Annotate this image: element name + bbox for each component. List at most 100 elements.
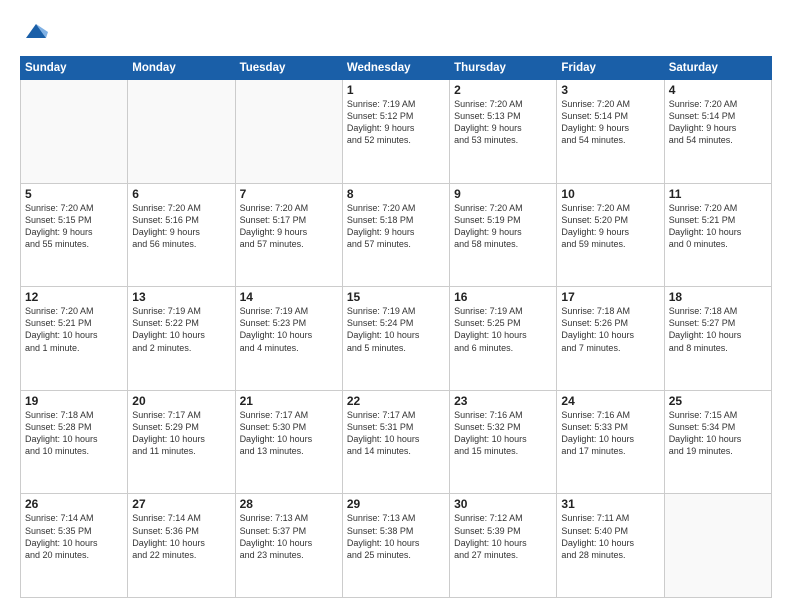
day-number: 10 — [561, 187, 659, 201]
cell-content: Sunrise: 7:14 AMSunset: 5:35 PMDaylight:… — [25, 512, 123, 561]
cell-content: Sunrise: 7:20 AMSunset: 5:19 PMDaylight:… — [454, 202, 552, 251]
cell-content: Sunrise: 7:20 AMSunset: 5:14 PMDaylight:… — [561, 98, 659, 147]
calendar-cell: 31Sunrise: 7:11 AMSunset: 5:40 PMDayligh… — [557, 494, 664, 598]
calendar-day-header: Monday — [128, 57, 235, 80]
day-number: 7 — [240, 187, 338, 201]
day-number: 11 — [669, 187, 767, 201]
cell-content: Sunrise: 7:16 AMSunset: 5:33 PMDaylight:… — [561, 409, 659, 458]
cell-content: Sunrise: 7:20 AMSunset: 5:14 PMDaylight:… — [669, 98, 767, 147]
calendar-cell: 22Sunrise: 7:17 AMSunset: 5:31 PMDayligh… — [342, 390, 449, 494]
calendar-cell — [128, 80, 235, 184]
calendar-cell: 27Sunrise: 7:14 AMSunset: 5:36 PMDayligh… — [128, 494, 235, 598]
day-number: 9 — [454, 187, 552, 201]
calendar-cell: 25Sunrise: 7:15 AMSunset: 5:34 PMDayligh… — [664, 390, 771, 494]
cell-content: Sunrise: 7:13 AMSunset: 5:37 PMDaylight:… — [240, 512, 338, 561]
calendar-cell: 4Sunrise: 7:20 AMSunset: 5:14 PMDaylight… — [664, 80, 771, 184]
cell-content: Sunrise: 7:18 AMSunset: 5:27 PMDaylight:… — [669, 305, 767, 354]
cell-content: Sunrise: 7:17 AMSunset: 5:31 PMDaylight:… — [347, 409, 445, 458]
calendar-cell: 13Sunrise: 7:19 AMSunset: 5:22 PMDayligh… — [128, 287, 235, 391]
calendar-week-row: 1Sunrise: 7:19 AMSunset: 5:12 PMDaylight… — [21, 80, 772, 184]
cell-content: Sunrise: 7:20 AMSunset: 5:18 PMDaylight:… — [347, 202, 445, 251]
cell-content: Sunrise: 7:15 AMSunset: 5:34 PMDaylight:… — [669, 409, 767, 458]
calendar-day-header: Wednesday — [342, 57, 449, 80]
day-number: 20 — [132, 394, 230, 408]
cell-content: Sunrise: 7:19 AMSunset: 5:22 PMDaylight:… — [132, 305, 230, 354]
page: SundayMondayTuesdayWednesdayThursdayFrid… — [0, 0, 792, 612]
day-number: 6 — [132, 187, 230, 201]
day-number: 26 — [25, 497, 123, 511]
calendar-cell: 11Sunrise: 7:20 AMSunset: 5:21 PMDayligh… — [664, 183, 771, 287]
calendar-cell: 18Sunrise: 7:18 AMSunset: 5:27 PMDayligh… — [664, 287, 771, 391]
cell-content: Sunrise: 7:11 AMSunset: 5:40 PMDaylight:… — [561, 512, 659, 561]
calendar-cell: 28Sunrise: 7:13 AMSunset: 5:37 PMDayligh… — [235, 494, 342, 598]
calendar-cell: 10Sunrise: 7:20 AMSunset: 5:20 PMDayligh… — [557, 183, 664, 287]
day-number: 2 — [454, 83, 552, 97]
day-number: 19 — [25, 394, 123, 408]
calendar-day-header: Sunday — [21, 57, 128, 80]
calendar-table: SundayMondayTuesdayWednesdayThursdayFrid… — [20, 56, 772, 598]
day-number: 17 — [561, 290, 659, 304]
day-number: 28 — [240, 497, 338, 511]
day-number: 16 — [454, 290, 552, 304]
cell-content: Sunrise: 7:20 AMSunset: 5:13 PMDaylight:… — [454, 98, 552, 147]
calendar-cell: 2Sunrise: 7:20 AMSunset: 5:13 PMDaylight… — [450, 80, 557, 184]
cell-content: Sunrise: 7:20 AMSunset: 5:17 PMDaylight:… — [240, 202, 338, 251]
header — [20, 18, 772, 46]
cell-content: Sunrise: 7:17 AMSunset: 5:29 PMDaylight:… — [132, 409, 230, 458]
calendar-week-row: 12Sunrise: 7:20 AMSunset: 5:21 PMDayligh… — [21, 287, 772, 391]
day-number: 18 — [669, 290, 767, 304]
calendar-cell: 8Sunrise: 7:20 AMSunset: 5:18 PMDaylight… — [342, 183, 449, 287]
day-number: 22 — [347, 394, 445, 408]
logo — [20, 18, 50, 46]
day-number: 14 — [240, 290, 338, 304]
calendar-cell: 26Sunrise: 7:14 AMSunset: 5:35 PMDayligh… — [21, 494, 128, 598]
calendar-cell: 12Sunrise: 7:20 AMSunset: 5:21 PMDayligh… — [21, 287, 128, 391]
calendar-cell: 3Sunrise: 7:20 AMSunset: 5:14 PMDaylight… — [557, 80, 664, 184]
day-number: 8 — [347, 187, 445, 201]
cell-content: Sunrise: 7:20 AMSunset: 5:16 PMDaylight:… — [132, 202, 230, 251]
day-number: 31 — [561, 497, 659, 511]
day-number: 3 — [561, 83, 659, 97]
cell-content: Sunrise: 7:20 AMSunset: 5:20 PMDaylight:… — [561, 202, 659, 251]
calendar-cell: 7Sunrise: 7:20 AMSunset: 5:17 PMDaylight… — [235, 183, 342, 287]
calendar-cell: 19Sunrise: 7:18 AMSunset: 5:28 PMDayligh… — [21, 390, 128, 494]
day-number: 29 — [347, 497, 445, 511]
cell-content: Sunrise: 7:12 AMSunset: 5:39 PMDaylight:… — [454, 512, 552, 561]
day-number: 23 — [454, 394, 552, 408]
calendar-week-row: 5Sunrise: 7:20 AMSunset: 5:15 PMDaylight… — [21, 183, 772, 287]
calendar-cell: 23Sunrise: 7:16 AMSunset: 5:32 PMDayligh… — [450, 390, 557, 494]
calendar-cell: 29Sunrise: 7:13 AMSunset: 5:38 PMDayligh… — [342, 494, 449, 598]
logo-icon — [22, 18, 50, 46]
calendar-day-header: Friday — [557, 57, 664, 80]
day-number: 15 — [347, 290, 445, 304]
cell-content: Sunrise: 7:13 AMSunset: 5:38 PMDaylight:… — [347, 512, 445, 561]
day-number: 30 — [454, 497, 552, 511]
cell-content: Sunrise: 7:18 AMSunset: 5:28 PMDaylight:… — [25, 409, 123, 458]
cell-content: Sunrise: 7:19 AMSunset: 5:25 PMDaylight:… — [454, 305, 552, 354]
day-number: 24 — [561, 394, 659, 408]
cell-content: Sunrise: 7:20 AMSunset: 5:15 PMDaylight:… — [25, 202, 123, 251]
cell-content: Sunrise: 7:19 AMSunset: 5:23 PMDaylight:… — [240, 305, 338, 354]
day-number: 21 — [240, 394, 338, 408]
calendar-header-row: SundayMondayTuesdayWednesdayThursdayFrid… — [21, 57, 772, 80]
cell-content: Sunrise: 7:17 AMSunset: 5:30 PMDaylight:… — [240, 409, 338, 458]
cell-content: Sunrise: 7:20 AMSunset: 5:21 PMDaylight:… — [25, 305, 123, 354]
calendar-cell: 24Sunrise: 7:16 AMSunset: 5:33 PMDayligh… — [557, 390, 664, 494]
calendar-cell: 21Sunrise: 7:17 AMSunset: 5:30 PMDayligh… — [235, 390, 342, 494]
calendar-cell: 20Sunrise: 7:17 AMSunset: 5:29 PMDayligh… — [128, 390, 235, 494]
calendar-cell — [664, 494, 771, 598]
calendar-day-header: Saturday — [664, 57, 771, 80]
calendar-cell — [235, 80, 342, 184]
day-number: 5 — [25, 187, 123, 201]
calendar-week-row: 19Sunrise: 7:18 AMSunset: 5:28 PMDayligh… — [21, 390, 772, 494]
calendar-day-header: Thursday — [450, 57, 557, 80]
calendar-cell: 17Sunrise: 7:18 AMSunset: 5:26 PMDayligh… — [557, 287, 664, 391]
calendar-cell: 30Sunrise: 7:12 AMSunset: 5:39 PMDayligh… — [450, 494, 557, 598]
calendar-week-row: 26Sunrise: 7:14 AMSunset: 5:35 PMDayligh… — [21, 494, 772, 598]
day-number: 13 — [132, 290, 230, 304]
calendar-cell: 6Sunrise: 7:20 AMSunset: 5:16 PMDaylight… — [128, 183, 235, 287]
cell-content: Sunrise: 7:14 AMSunset: 5:36 PMDaylight:… — [132, 512, 230, 561]
cell-content: Sunrise: 7:19 AMSunset: 5:24 PMDaylight:… — [347, 305, 445, 354]
cell-content: Sunrise: 7:20 AMSunset: 5:21 PMDaylight:… — [669, 202, 767, 251]
cell-content: Sunrise: 7:18 AMSunset: 5:26 PMDaylight:… — [561, 305, 659, 354]
